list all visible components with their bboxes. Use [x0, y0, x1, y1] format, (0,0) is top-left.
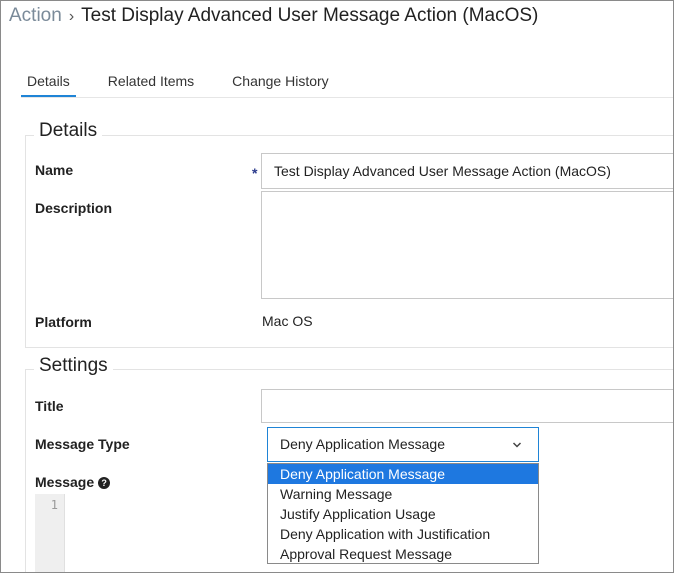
- required-marker: *: [252, 165, 258, 181]
- title-label: Title: [35, 398, 64, 414]
- tab-bar: Details Related Items Change History: [21, 71, 361, 98]
- title-field[interactable]: [261, 389, 673, 423]
- page-title: Test Display Advanced User Message Actio…: [81, 5, 539, 26]
- description-label: Description: [35, 200, 113, 216]
- description-field[interactable]: [261, 191, 673, 299]
- name-label: Name: [35, 162, 74, 178]
- option-warning-message[interactable]: Warning Message: [268, 484, 538, 504]
- message-type-select[interactable]: Deny Application Message: [267, 427, 539, 462]
- option-deny-application-message[interactable]: Deny Application Message: [268, 464, 538, 484]
- tab-change-history[interactable]: Change History: [226, 71, 335, 98]
- message-type-selected-value: Deny Application Message: [280, 436, 445, 452]
- option-justify-application-usage[interactable]: Justify Application Usage: [268, 504, 538, 524]
- settings-heading: Settings: [34, 355, 113, 377]
- help-icon[interactable]: ?: [98, 477, 111, 489]
- message-editor-gutter[interactable]: 1: [35, 494, 65, 572]
- tab-divider: [21, 97, 673, 98]
- message-label: Message: [35, 474, 95, 490]
- breadcrumb-separator: ›: [68, 8, 75, 25]
- message-label-group: Message?: [35, 474, 111, 490]
- breadcrumb-action-link[interactable]: Action: [9, 5, 62, 27]
- tab-related-items[interactable]: Related Items: [102, 71, 200, 98]
- platform-value: Mac OS: [262, 313, 313, 329]
- details-heading: Details: [34, 120, 103, 142]
- tab-details[interactable]: Details: [21, 71, 76, 98]
- line-number: 1: [50, 498, 58, 512]
- option-approval-request-message[interactable]: Approval Request Message: [268, 544, 538, 564]
- platform-label: Platform: [35, 314, 92, 330]
- breadcrumb: Action › Test Display Advanced User Mess…: [9, 5, 538, 31]
- name-field[interactable]: Test Display Advanced User Message Actio…: [261, 153, 673, 189]
- message-type-label: Message Type: [35, 436, 130, 452]
- message-type-dropdown: Deny Application Message Warning Message…: [267, 463, 539, 564]
- window-frame: Action › Test Display Advanced User Mess…: [0, 0, 674, 573]
- option-deny-application-with-justification[interactable]: Deny Application with Justification: [268, 524, 538, 544]
